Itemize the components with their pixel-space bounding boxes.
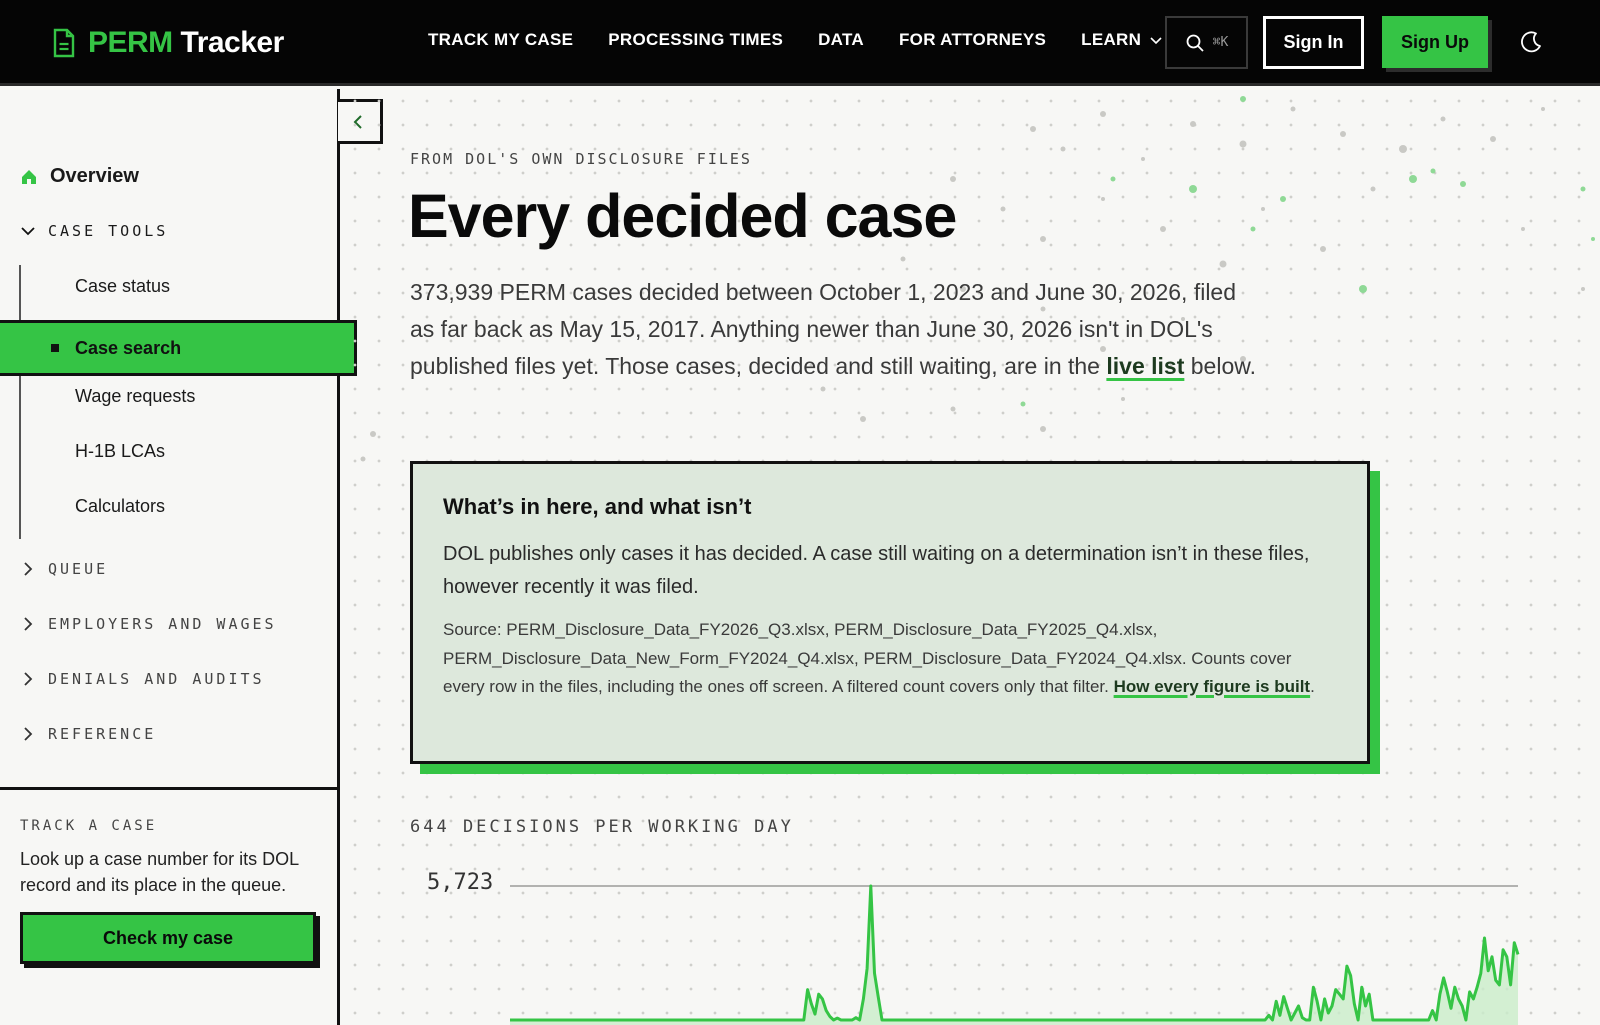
page-title: Every decided case [408, 182, 957, 250]
active-bullet [51, 344, 59, 352]
sidebar-group-label: EMPLOYERS AND WAGES [48, 615, 277, 633]
callout-title: What’s in here, and what isn’t [443, 494, 752, 519]
chevron-right-icon [24, 562, 33, 576]
sidebar-group-label: DENIALS AND AUDITS [48, 670, 265, 688]
nav-track-my-case[interactable]: TRACK MY CASE [428, 30, 573, 50]
callout-body: DOL publishes only cases it has decided.… [443, 543, 1310, 598]
brand-name: PERM Tracker [88, 26, 284, 59]
sidebar-group-employers-and-wages[interactable]: EMPLOYERS AND WAGES [20, 615, 277, 633]
chevron-right-icon [24, 617, 33, 631]
page-kicker: FROM DOL'S OWN DISCLOSURE FILES [410, 150, 752, 168]
live-list-link[interactable]: live list [1106, 353, 1184, 379]
sidebar-item-overview[interactable]: Overview [20, 165, 139, 188]
chevron-down-icon [21, 227, 35, 236]
info-callout: What’s in here, and what isn’t DOL publi… [410, 461, 1370, 764]
track-case-heading: TRACK A CASE [20, 818, 158, 834]
document-icon [53, 28, 75, 58]
sign-up-button[interactable]: Sign Up [1382, 16, 1488, 68]
chevron-down-icon [1150, 37, 1162, 45]
chevron-right-icon [24, 727, 33, 741]
home-icon [22, 169, 36, 184]
chevron-right-icon [24, 672, 33, 686]
search-shortcut-hint: ⌘K [1212, 35, 1229, 50]
nav-learn-label: LEARN [1081, 30, 1142, 49]
nav-processing-times[interactable]: PROCESSING TIMES [608, 30, 783, 50]
sidebar-group-denials-and-audits[interactable]: DENIALS AND AUDITS [20, 670, 265, 688]
page-lead: 373,939 PERM cases decided between Octob… [410, 274, 1260, 385]
nav-learn[interactable]: LEARN [1081, 30, 1163, 50]
sidebar-group-label: REFERENCE [48, 725, 157, 743]
callout-source-tail: . [1310, 677, 1315, 696]
methodology-link[interactable]: How every figure is built [1114, 677, 1311, 696]
nav-data[interactable]: DATA [818, 30, 864, 50]
sidebar-divider [0, 787, 340, 790]
callout-source: Source: PERM_Disclosure_Data_FY2026_Q3.x… [443, 616, 1337, 702]
lead-tail: below. [1184, 353, 1256, 379]
check-my-case-button[interactable]: Check my case [20, 912, 316, 964]
sidebar-group-label: QUEUE [48, 560, 109, 578]
tree-line [19, 265, 21, 539]
moon-icon[interactable] [1518, 29, 1544, 55]
sidebar-group-label: CASE TOOLS [48, 222, 169, 240]
chart-heading: 644 DECISIONS PER WORKING DAY [410, 817, 794, 837]
sidebar-item-case-search[interactable]: Case search [0, 320, 357, 376]
sidebar-item-label: Case search [75, 337, 182, 358]
search-button[interactable]: ⌘K [1165, 16, 1248, 69]
sidebar-group-reference[interactable]: REFERENCE [20, 725, 156, 743]
nav-for-attorneys[interactable]: FOR ATTORNEYS [899, 30, 1046, 50]
main-nav: TRACK MY CASE PROCESSING TIMES DATA FOR … [428, 30, 1163, 50]
sidebar-group-case-tools[interactable]: CASE TOOLS [20, 222, 168, 240]
sidebar-item-case-status[interactable]: Case status [75, 276, 170, 297]
search-icon [1186, 34, 1204, 52]
chart-max-label: 5,723 [427, 870, 494, 895]
chart-series-line [510, 884, 1520, 1022]
brand-logo[interactable]: PERM Tracker [52, 24, 284, 62]
sidebar-item-calculators[interactable]: Calculators [75, 496, 165, 517]
top-navigation-bar: PERM Tracker TRACK MY CASE PROCESSING TI… [0, 0, 1600, 86]
decisions-chart [510, 884, 1520, 1025]
sidebar-item-label: Overview [50, 165, 139, 187]
sidebar-group-queue[interactable]: QUEUE [20, 560, 108, 578]
sign-in-button[interactable]: Sign In [1263, 16, 1364, 69]
track-case-description: Look up a case number for its DOL record… [20, 849, 299, 895]
sidebar-item-h1b-lcas[interactable]: H-1B LCAs [75, 441, 165, 462]
sidebar-item-wage-requests[interactable]: Wage requests [75, 386, 195, 407]
